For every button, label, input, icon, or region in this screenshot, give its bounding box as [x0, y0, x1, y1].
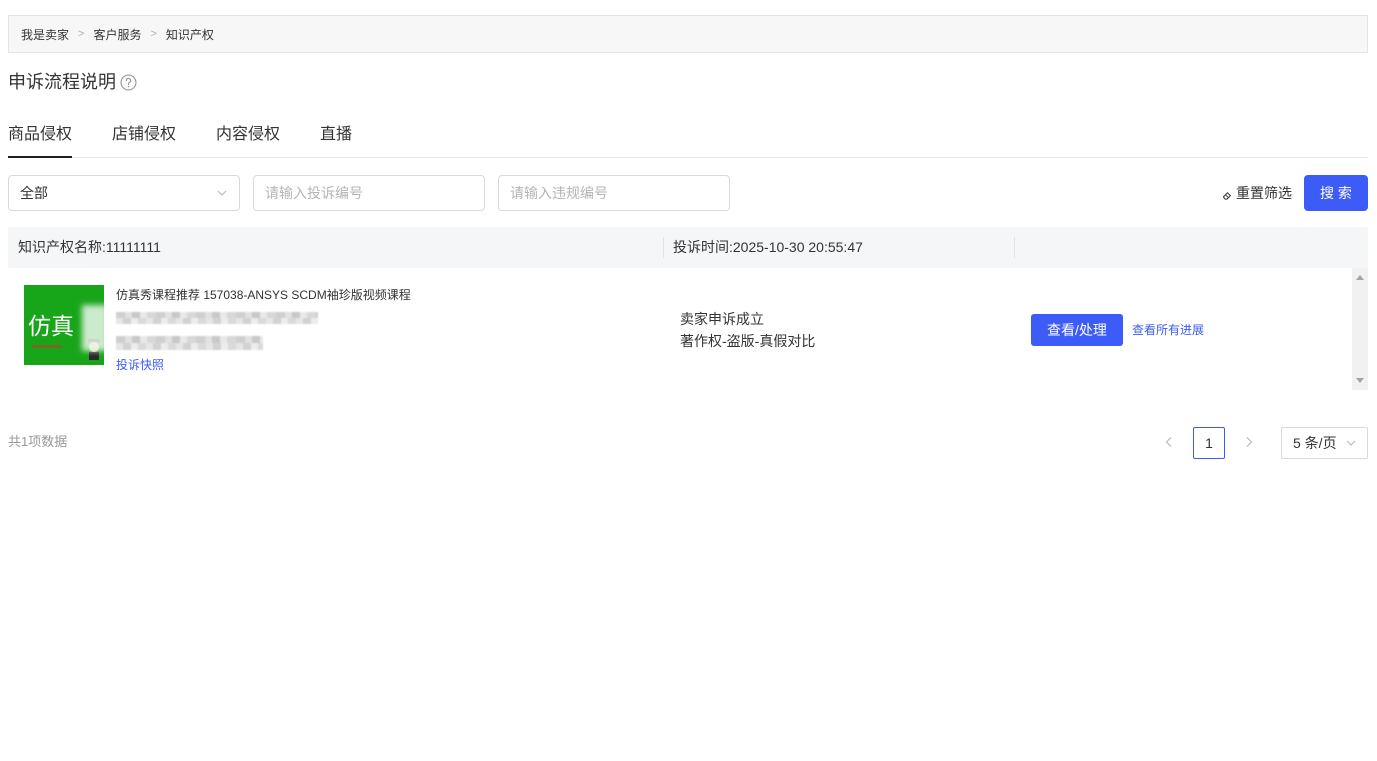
breadcrumb: 我是卖家 > 客户服务 > 知识产权	[8, 15, 1368, 53]
scrollbar[interactable]	[1352, 268, 1368, 390]
total-count: 共1项数据	[8, 434, 68, 449]
chevron-right-icon[interactable]	[1242, 435, 1256, 449]
violation-number-input[interactable]	[498, 175, 730, 211]
chevron-down-icon	[217, 190, 227, 196]
thumbnail-caption-mark	[32, 345, 62, 348]
search-button[interactable]: 搜 索	[1304, 175, 1368, 211]
page-size-value: 5 条/页	[1293, 435, 1337, 451]
product-thumbnail[interactable]: 仿真	[24, 285, 104, 365]
complaint-time-value: 2025-10-30 20:55:47	[732, 239, 863, 255]
tab-content-infringement[interactable]: 内容侵权	[216, 120, 280, 158]
status-select-value: 全部	[20, 185, 48, 201]
complaint-reason: 著作权-盗版-真假对比	[680, 333, 816, 349]
complaint-time-cell: 投诉时间:2025-10-30 20:55:47	[663, 227, 1014, 268]
page-title-row: 申诉流程说明	[8, 70, 137, 94]
filter-bar: 全部 重置筛选 搜 索	[0, 175, 1377, 211]
empty-header-cell	[1014, 227, 1368, 268]
thumbnail-blur-mask	[82, 305, 104, 351]
breadcrumb-separator: >	[78, 28, 85, 40]
record-header: 知识产权名称:11111111 投诉时间:2025-10-30 20:55:47	[8, 227, 1368, 268]
chevron-left-icon[interactable]	[1162, 435, 1176, 449]
scroll-down-arrow-icon[interactable]	[1356, 378, 1364, 383]
breadcrumb-item-seller[interactable]: 我是卖家	[21, 26, 69, 43]
redacted-line	[116, 312, 318, 324]
question-circle-icon[interactable]	[120, 73, 137, 91]
chevron-down-icon	[1346, 440, 1356, 446]
appeal-status: 卖家申诉成立	[680, 311, 764, 327]
page-title: 申诉流程说明	[8, 72, 116, 92]
complaint-snapshot-link[interactable]: 投诉快照	[116, 357, 164, 373]
tab-live-stream[interactable]: 直播	[320, 120, 352, 158]
breadcrumb-separator: >	[150, 28, 157, 40]
breadcrumb-item-customer-service[interactable]: 客户服务	[93, 26, 141, 43]
status-select[interactable]: 全部	[8, 175, 240, 211]
table-body: 仿真 仿真秀课程推荐 157038-ANSYS SCDM袖珍版视频课程 投诉快照…	[8, 268, 1368, 390]
eraser-icon	[1222, 191, 1231, 200]
thumbnail-text: 仿真	[28, 313, 74, 339]
page-size-select[interactable]: 5 条/页	[1281, 427, 1368, 459]
reset-filters-button[interactable]: 重置筛选	[1222, 175, 1292, 211]
tab-product-infringement[interactable]: 商品侵权	[8, 120, 73, 158]
table-row: 仿真 仿真秀课程推荐 157038-ANSYS SCDM袖珍版视频课程 投诉快照…	[8, 268, 1352, 390]
tab-bar: 商品侵权 店铺侵权 内容侵权 直播	[8, 120, 1368, 158]
view-all-progress-link[interactable]: 查看所有进展	[1132, 322, 1204, 338]
ip-name-value: 11111111	[105, 239, 161, 255]
view-handle-button[interactable]: 查看/处理	[1031, 314, 1123, 346]
ip-name-cell: 知识产权名称:11111111	[8, 227, 663, 268]
tab-store-infringement[interactable]: 店铺侵权	[112, 120, 176, 158]
scroll-up-arrow-icon[interactable]	[1356, 275, 1364, 280]
complaint-number-input[interactable]	[253, 175, 485, 211]
breadcrumb-item-intellectual-property: 知识产权	[165, 27, 214, 42]
ip-name-label: 知识产权名称:	[18, 239, 106, 255]
product-title: 仿真秀课程推荐 157038-ANSYS SCDM袖珍版视频课程	[116, 288, 411, 302]
redacted-line	[116, 336, 263, 350]
page-number-current[interactable]: 1	[1193, 427, 1225, 459]
reset-filters-label: 重置筛选	[1236, 185, 1292, 201]
complaint-time-label: 投诉时间:	[673, 239, 733, 255]
